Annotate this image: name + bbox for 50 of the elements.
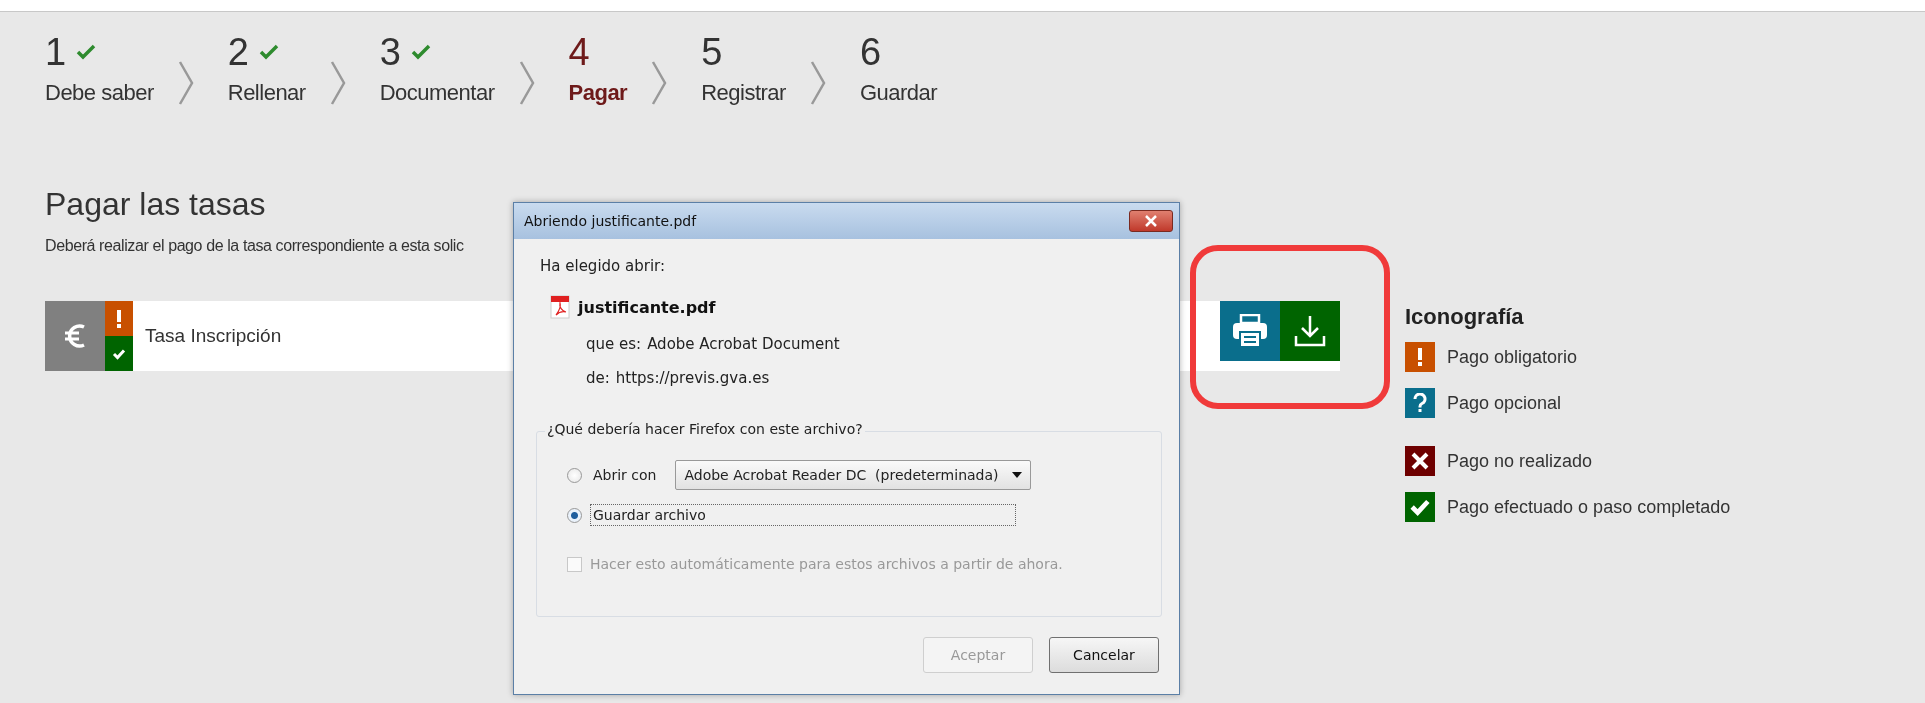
print-button[interactable] — [1220, 301, 1280, 361]
dropdown-caret-icon — [1012, 472, 1023, 478]
source-label: de: — [586, 369, 610, 387]
step-label[interactable]: Rellenar — [227, 80, 306, 106]
step-label[interactable]: Pagar — [568, 80, 628, 106]
options-question: ¿Qué debería hacer Firefox con este archivo? — [545, 421, 865, 437]
step-label[interactable]: Debe saber — [45, 80, 154, 106]
legend-title: Iconografía — [1405, 304, 1525, 330]
type-value: Adobe Acrobat Document — [647, 335, 840, 353]
app-dropdown[interactable]: Adobe Acrobat Reader DC (predeterminada) — [675, 460, 1032, 490]
step-label[interactable]: Registrar — [701, 80, 786, 106]
step-number: 1 — [45, 30, 67, 74]
check-icon — [76, 44, 97, 60]
step-label[interactable]: Guardar — [859, 80, 938, 106]
step-number: 2 — [227, 30, 249, 74]
intro-text: Ha elegido abrir: — [540, 257, 667, 275]
pdf-file-icon — [550, 295, 570, 319]
download-button[interactable] — [1280, 301, 1340, 361]
option-label[interactable]: Abrir con — [590, 464, 660, 486]
check-icon — [410, 44, 431, 60]
step-number: 5 — [701, 30, 723, 74]
fee-name: Tasa Inscripción — [145, 325, 282, 347]
radio-button[interactable] — [567, 507, 582, 523]
step-number: 6 — [859, 30, 882, 74]
close-icon — [1145, 215, 1157, 227]
step-label[interactable]: Documentar — [379, 80, 495, 106]
source-value: https://previs.gva.es — [615, 369, 770, 387]
file-name: justificante.pdf — [578, 297, 716, 317]
download-icon — [1293, 314, 1327, 348]
option-label[interactable]: Guardar archivo — [590, 504, 1016, 526]
euro-icon — [63, 322, 87, 350]
section-description: Deberá realizar el pago de la tasa correspondiente a esta solic — [45, 237, 464, 255]
close-button[interactable] — [1129, 210, 1173, 232]
dialog-title: Abriendo justificante.pdf — [524, 213, 697, 229]
legend-label: Pago no realizado — [1447, 450, 1593, 472]
legend-label: Pago opcional — [1447, 392, 1562, 414]
exclamation-icon — [1417, 348, 1423, 366]
legend-label: Pago obligatorio — [1447, 346, 1578, 368]
exclamation-icon — [116, 309, 122, 328]
check-icon — [258, 44, 279, 60]
question-icon — [1413, 393, 1427, 413]
step-number: 4 — [568, 30, 590, 74]
legend-label: Pago efectuado o paso completado — [1447, 496, 1731, 518]
section-title: Pagar las tasas — [45, 186, 266, 223]
print-icon — [1232, 314, 1268, 348]
radio-button[interactable] — [567, 467, 582, 483]
type-label: que es: — [586, 335, 642, 353]
dialog-button[interactable]: Cancelar — [1049, 637, 1159, 673]
checkbox-label: Hacer esto automáticamente para estos archivos a partir de ahora. — [590, 556, 1063, 572]
step-number: 3 — [379, 30, 401, 74]
